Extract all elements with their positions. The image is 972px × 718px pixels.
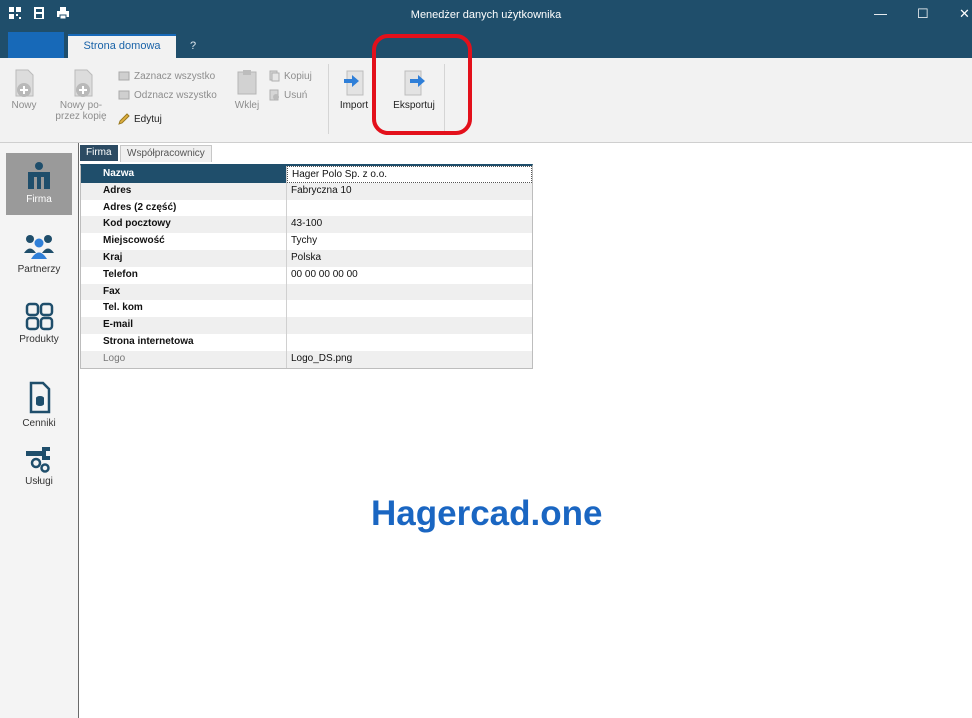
- ribbon-separator: [328, 64, 329, 134]
- table-row[interactable]: Tel. kom: [81, 300, 532, 318]
- field-value-input[interactable]: [287, 300, 532, 317]
- table-row[interactable]: Nazwa Hager Polo Sp. z o.o.: [81, 166, 532, 183]
- nav-item-products[interactable]: Produkty: [6, 301, 72, 361]
- field-label: Tel. kom: [81, 300, 287, 318]
- select-all-icon: [118, 70, 130, 82]
- field-label: Logo: [81, 350, 287, 368]
- table-row[interactable]: Telefon 00 00 00 00 00: [81, 266, 532, 284]
- maximize-button[interactable]: ☐: [917, 6, 929, 22]
- products-icon: [6, 301, 72, 334]
- pricelist-icon: [6, 381, 72, 418]
- field-label: Adres: [81, 182, 287, 200]
- table-row[interactable]: Kod pocztowy 43-100: [81, 216, 532, 234]
- nav-label-services: Usługi: [25, 476, 53, 487]
- table-row[interactable]: E-mail: [81, 317, 532, 334]
- copy-button[interactable]: Kopiuj: [268, 70, 312, 82]
- field-value-input[interactable]: Fabryczna 10: [287, 183, 532, 200]
- file-tab[interactable]: [8, 32, 64, 58]
- delete-button[interactable]: Usuń: [268, 89, 307, 101]
- table-row[interactable]: Miejscowość Tychy: [81, 233, 532, 250]
- deselect-all-icon: [118, 89, 130, 101]
- ribbon: Nowy Nowy po- przez kopię Zaznacz wszyst…: [0, 58, 972, 143]
- company-property-grid: Nazwa Hager Polo Sp. z o.o. Adres Fabryczn…: [80, 164, 533, 369]
- field-value-input[interactable]: [287, 317, 532, 334]
- edit-label: Edytuj: [134, 113, 162, 125]
- nav-label-partners: Partnerzy: [17, 264, 61, 275]
- delete-icon: [268, 89, 280, 101]
- field-label: Telefon: [81, 266, 287, 284]
- table-row[interactable]: Kraj Polska: [81, 249, 532, 267]
- services-icon: [6, 443, 72, 476]
- field-label: Kod pocztowy: [81, 216, 287, 234]
- brand-watermark: Hagercad.one: [371, 494, 603, 533]
- tab-help[interactable]: ?: [190, 40, 196, 52]
- table-row[interactable]: Strona internetowa: [81, 333, 532, 351]
- field-value-input[interactable]: 43-100: [287, 216, 532, 233]
- field-value-input[interactable]: [287, 284, 532, 301]
- ribbon-tab-strip: Strona domowa ?: [0, 32, 972, 60]
- copy-icon: [268, 70, 280, 82]
- field-value-input[interactable]: Polska: [287, 250, 532, 267]
- window-title: Menedżer danych użytkownika: [410, 9, 562, 21]
- deselect-all-button[interactable]: Odznacz wszystko: [118, 89, 217, 101]
- import-label: Import: [339, 100, 369, 111]
- copy-document-icon: [68, 68, 94, 98]
- subtab-company[interactable]: Firma: [80, 145, 118, 161]
- close-button[interactable]: ✕: [959, 6, 970, 22]
- nav-item-services[interactable]: Usługi: [6, 443, 72, 503]
- delete-label: Usuń: [284, 89, 308, 101]
- field-label: Adres (2 część): [81, 199, 287, 217]
- new-button-label: Nowy: [11, 100, 37, 111]
- field-label: Strona internetowa: [81, 333, 287, 351]
- new-copy-label-line2: przez kopię: [55, 111, 107, 122]
- left-nav: Firma Partnerzy Produkty Cenniki Usługi: [0, 143, 79, 718]
- table-row[interactable]: Adres Fabryczna 10: [81, 182, 532, 200]
- partners-icon: [6, 231, 72, 264]
- subtab-coworkers[interactable]: Współpracownicy: [120, 145, 212, 162]
- nav-item-partners[interactable]: Partnerzy: [6, 231, 72, 291]
- select-all-button[interactable]: Zaznacz wszystko: [118, 70, 215, 82]
- import-icon: [341, 68, 367, 98]
- field-value-input[interactable]: 00 00 00 00 00: [287, 267, 532, 284]
- edit-button[interactable]: Edytuj: [118, 113, 162, 125]
- paste-label: Wklej: [234, 100, 260, 111]
- field-label: E-mail: [81, 317, 287, 334]
- new-button[interactable]: Nowy: [6, 68, 42, 111]
- field-value-input[interactable]: Logo_DS.png: [287, 351, 532, 368]
- title-bar: Menedżer danych użytkownika — ☐ ✕: [0, 0, 972, 32]
- deselect-all-label: Odznacz wszystko: [134, 89, 217, 101]
- new-copy-button[interactable]: Nowy po- przez kopię: [54, 68, 108, 122]
- table-row[interactable]: Adres (2 część): [81, 199, 532, 217]
- field-label: Miejscowość: [81, 233, 287, 250]
- field-label: Kraj: [81, 249, 287, 267]
- paste-button[interactable]: Wklej: [232, 68, 262, 111]
- table-row[interactable]: Logo Logo_DS.png: [81, 350, 532, 368]
- paste-icon: [234, 68, 260, 98]
- company-icon: [6, 153, 72, 194]
- edit-pencil-icon: [118, 113, 130, 125]
- copy-label: Kopiuj: [284, 70, 312, 82]
- field-label: Nazwa: [81, 166, 287, 183]
- nav-item-company[interactable]: Firma: [6, 153, 72, 215]
- minimize-button[interactable]: —: [874, 6, 887, 21]
- tab-home[interactable]: Strona domowa: [68, 34, 176, 60]
- nav-item-pricelists[interactable]: Cenniki: [6, 381, 72, 441]
- nav-label-pricelists: Cenniki: [22, 418, 56, 429]
- nav-label-products: Produkty: [19, 334, 59, 345]
- field-value-input[interactable]: Hager Polo Sp. z o.o.: [287, 166, 532, 183]
- field-label: Fax: [81, 283, 287, 301]
- new-copy-label-line1: Nowy po-: [59, 100, 103, 111]
- field-value-input[interactable]: Tychy: [287, 233, 532, 250]
- import-button[interactable]: Import: [334, 68, 374, 111]
- table-row[interactable]: Fax: [81, 283, 532, 301]
- new-document-icon: [11, 68, 37, 98]
- nav-label-company: Firma: [26, 194, 52, 205]
- select-all-label: Zaznacz wszystko: [134, 70, 216, 82]
- field-value-input[interactable]: [287, 334, 532, 351]
- highlight-annotation: [372, 34, 472, 135]
- field-value-input[interactable]: [287, 200, 532, 217]
